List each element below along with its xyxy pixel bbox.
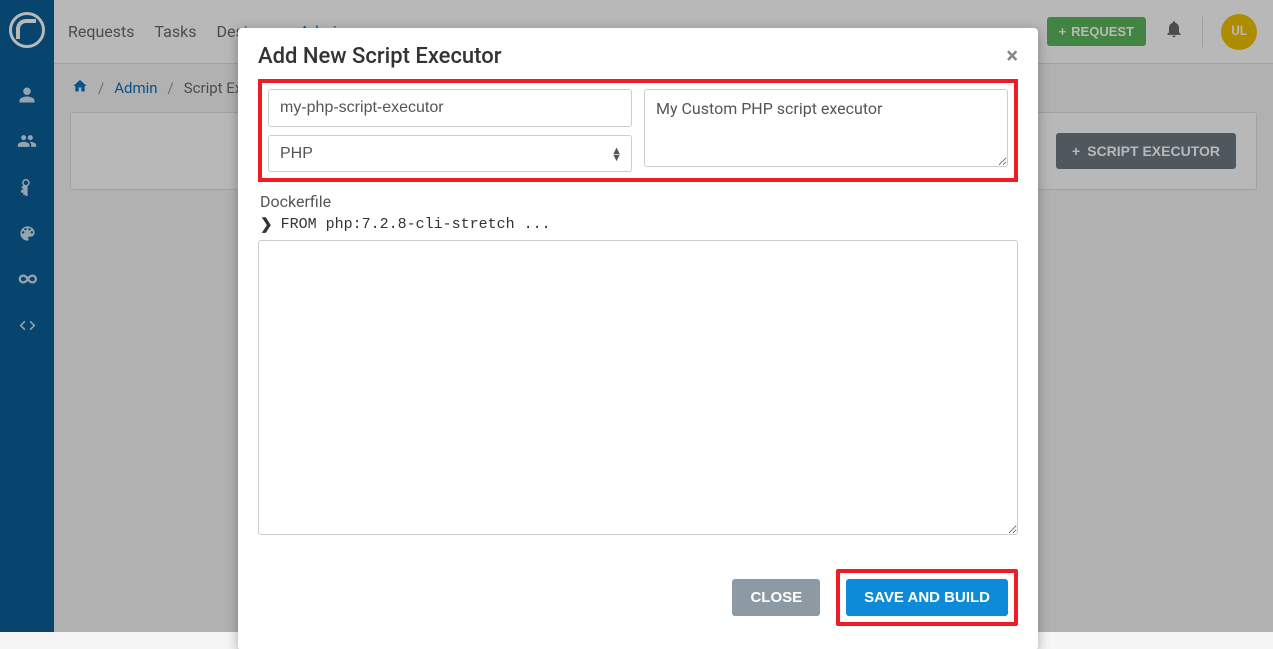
left-column: PHP ▲▼ bbox=[268, 89, 632, 172]
inputs-highlight: PHP ▲▼ My Custom PHP script executor bbox=[258, 79, 1018, 182]
right-column: My Custom PHP script executor bbox=[644, 89, 1008, 172]
dockerfile-label: Dockerfile bbox=[260, 192, 1018, 211]
modal-footer: CLOSE SAVE AND BUILD bbox=[258, 569, 1018, 626]
modal-title: Add New Script Executor bbox=[258, 44, 502, 69]
chevron-right-icon: ❯ bbox=[260, 215, 273, 234]
dockerfile-textarea[interactable] bbox=[258, 240, 1018, 535]
language-select[interactable]: PHP bbox=[268, 135, 632, 172]
dockerfile-preview-text: FROM php:7.2.8-cli-stretch ... bbox=[281, 216, 551, 233]
close-icon[interactable]: × bbox=[1006, 46, 1018, 68]
dockerfile-preview-line[interactable]: ❯ FROM php:7.2.8-cli-stretch ... bbox=[260, 215, 1018, 234]
language-select-wrap: PHP ▲▼ bbox=[268, 135, 632, 172]
modal-header: Add New Script Executor × bbox=[258, 44, 1018, 69]
save-button-highlight: SAVE AND BUILD bbox=[836, 569, 1018, 626]
close-button[interactable]: CLOSE bbox=[732, 579, 820, 616]
save-and-build-button[interactable]: SAVE AND BUILD bbox=[846, 579, 1008, 616]
add-script-executor-modal: Add New Script Executor × PHP ▲▼ My Cust… bbox=[238, 28, 1038, 649]
description-textarea[interactable]: My Custom PHP script executor bbox=[644, 89, 1008, 167]
executor-name-input[interactable] bbox=[268, 89, 632, 127]
